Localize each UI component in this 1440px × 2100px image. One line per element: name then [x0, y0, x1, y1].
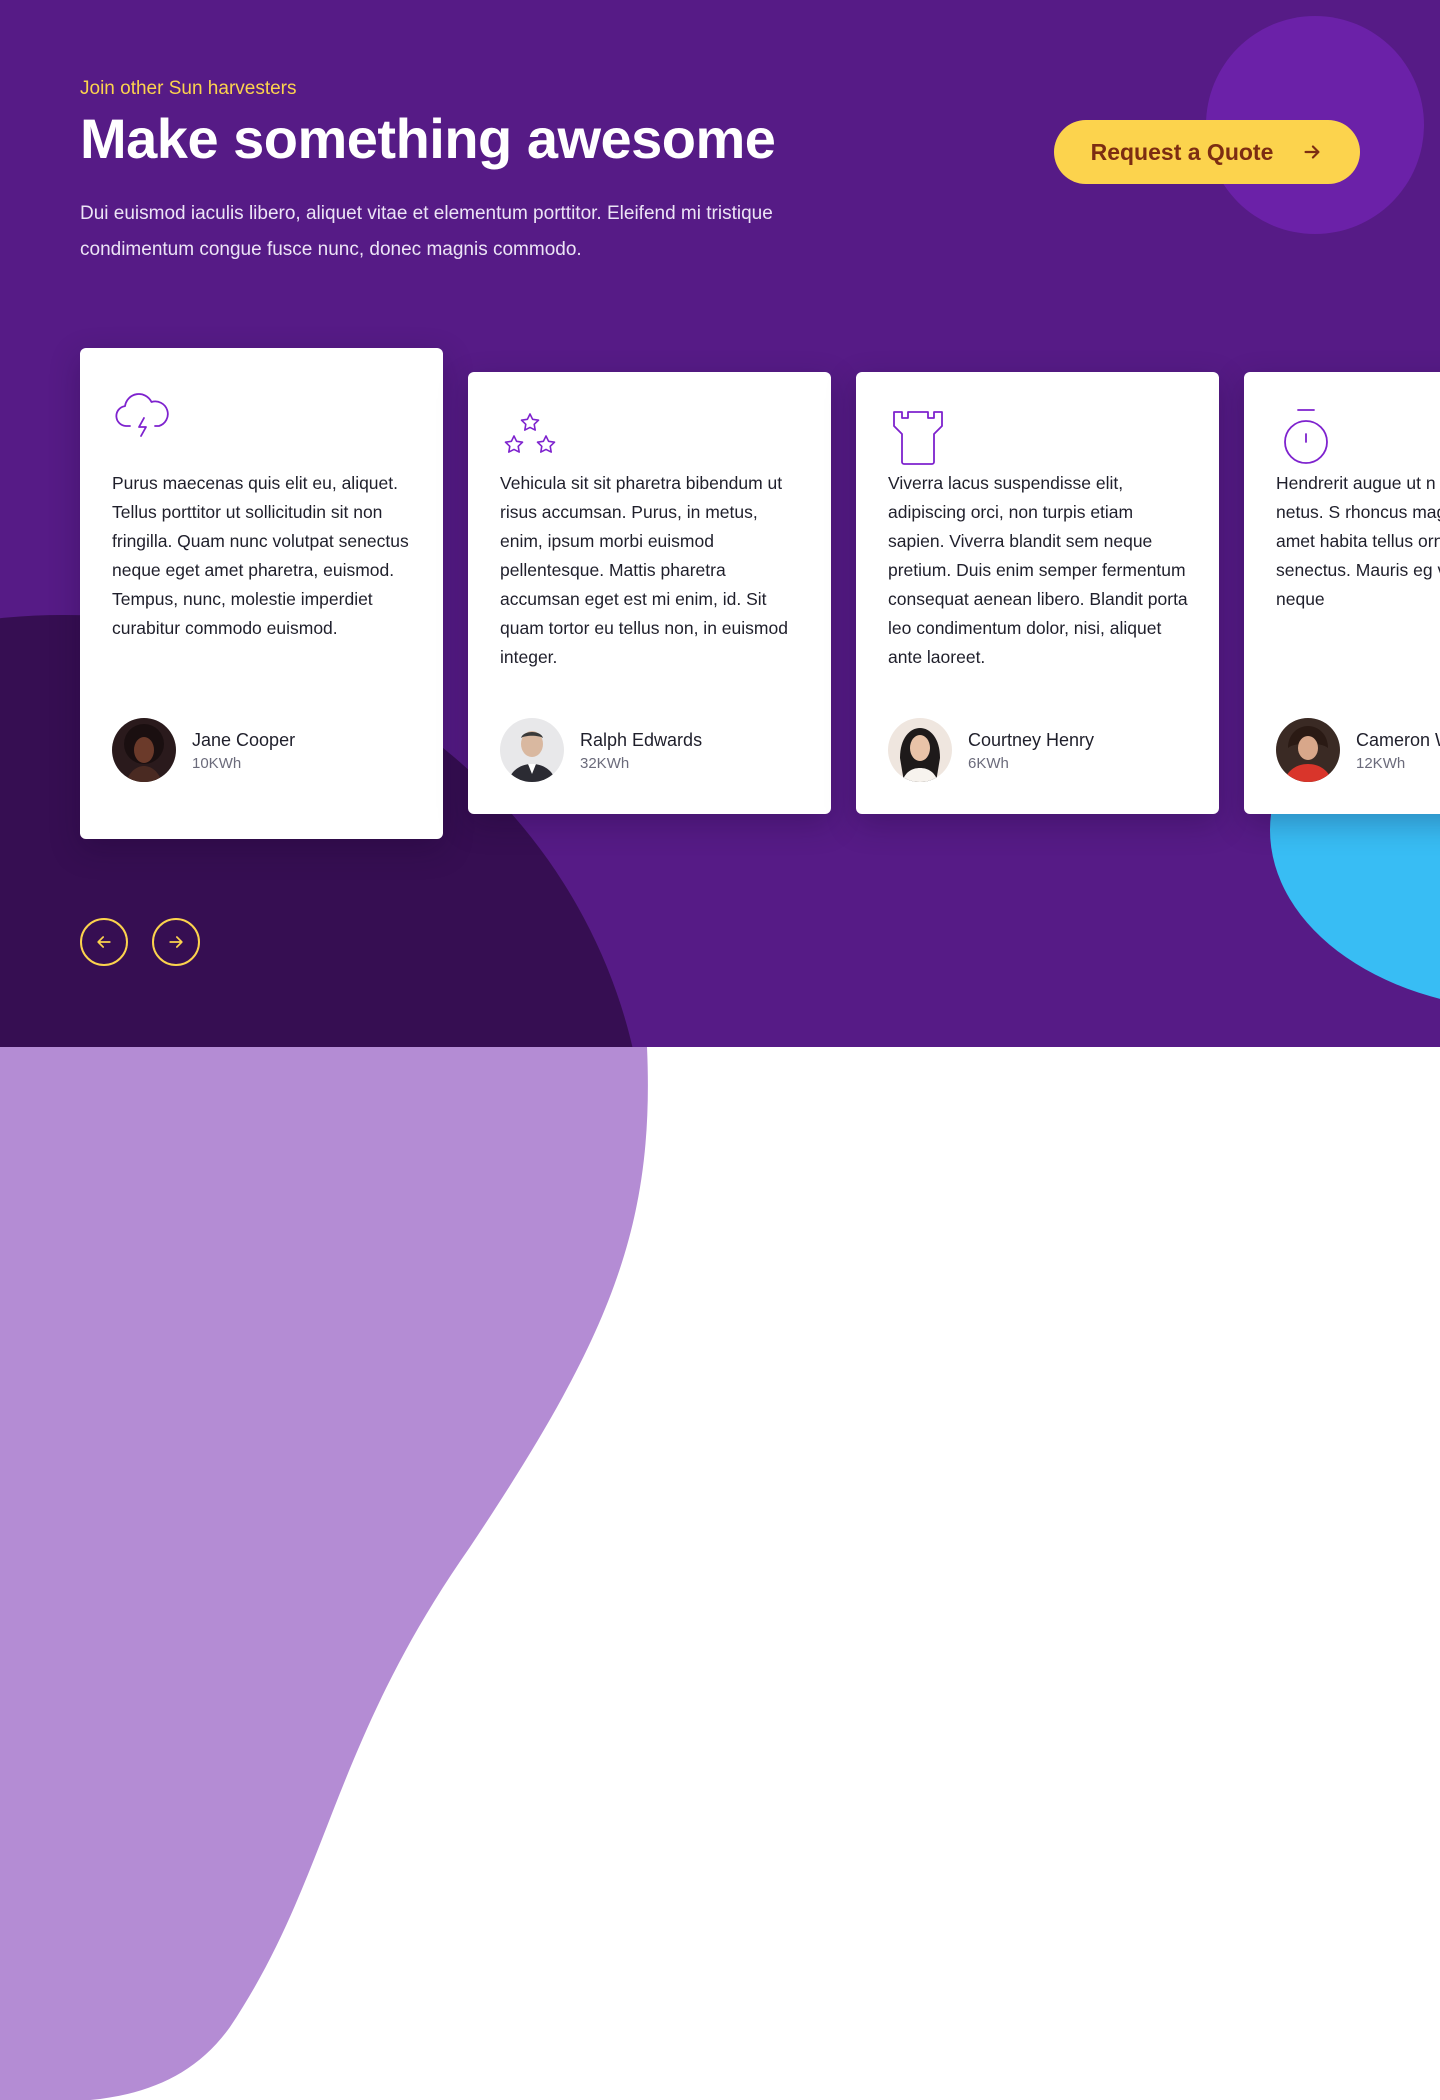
- request-quote-button[interactable]: Request a Quote: [1054, 120, 1360, 184]
- testimonial-card: Viverra lacus suspendisse elit, adipisci…: [856, 372, 1219, 814]
- person-info: Ralph Edwards 32KWh: [580, 729, 702, 774]
- arrow-right-icon: [1304, 145, 1320, 159]
- person-name: Cameron W: [1356, 730, 1440, 750]
- testimonial-card: Hendrerit augue ut n quis integer netus.…: [1244, 372, 1440, 814]
- energy-value: 12KWh: [1356, 755, 1406, 772]
- carousel-prev-button[interactable]: [80, 918, 128, 966]
- testimonial-card: Purus maecenas quis elit eu, aliquet. Te…: [80, 348, 443, 839]
- person-name: Ralph Edwards: [580, 730, 703, 750]
- energy-value: 10KWh: [192, 755, 242, 772]
- arrow-left-icon: [97, 936, 111, 948]
- testimonial-card: Vehicula sit sit pharetra bibendum ut ri…: [468, 372, 831, 814]
- intro-paragraph: Dui euismod iaculis libero, aliquet vita…: [80, 203, 773, 260]
- avatar: [500, 718, 564, 782]
- cloud-lightning-icon: [110, 382, 174, 446]
- person-info: Cameron W 12KWh: [1356, 729, 1440, 774]
- testimonial-text: Hendrerit augue ut n quis integer netus.…: [1276, 473, 1440, 609]
- stopwatch-icon: [1274, 406, 1338, 470]
- person-info: Jane Cooper 10KWh: [192, 729, 295, 774]
- testimonial-text: Viverra lacus suspendisse elit, adipisci…: [888, 473, 1188, 667]
- testimonial-text: Vehicula sit sit pharetra bibendum ut ri…: [500, 473, 788, 667]
- energy-value: 32KWh: [580, 755, 630, 772]
- avatar: [888, 718, 952, 782]
- person-name: Jane Cooper: [192, 730, 296, 750]
- tower-icon: [886, 406, 950, 470]
- page-title: Make something awesome: [80, 107, 776, 170]
- lilac-blob-decoration: [0, 1047, 648, 2100]
- eyebrow-text: Join other Sun harvesters: [80, 78, 297, 99]
- person-name: Courtney Henry: [968, 730, 1095, 750]
- avatar: [112, 718, 176, 782]
- testimonial-text: Purus maecenas quis elit eu, aliquet. Te…: [112, 473, 409, 638]
- avatar: [1276, 718, 1340, 782]
- request-quote-label: Request a Quote: [1090, 138, 1274, 165]
- arrow-right-icon: [169, 936, 183, 948]
- person-info: Courtney Henry 6KWh: [968, 729, 1094, 774]
- stars-icon: [498, 406, 562, 470]
- energy-value: 6KWh: [968, 755, 1009, 772]
- testimonials-hero: Join other Sun harvesters Make something…: [0, 0, 1440, 1047]
- carousel-next-button[interactable]: [152, 918, 200, 966]
